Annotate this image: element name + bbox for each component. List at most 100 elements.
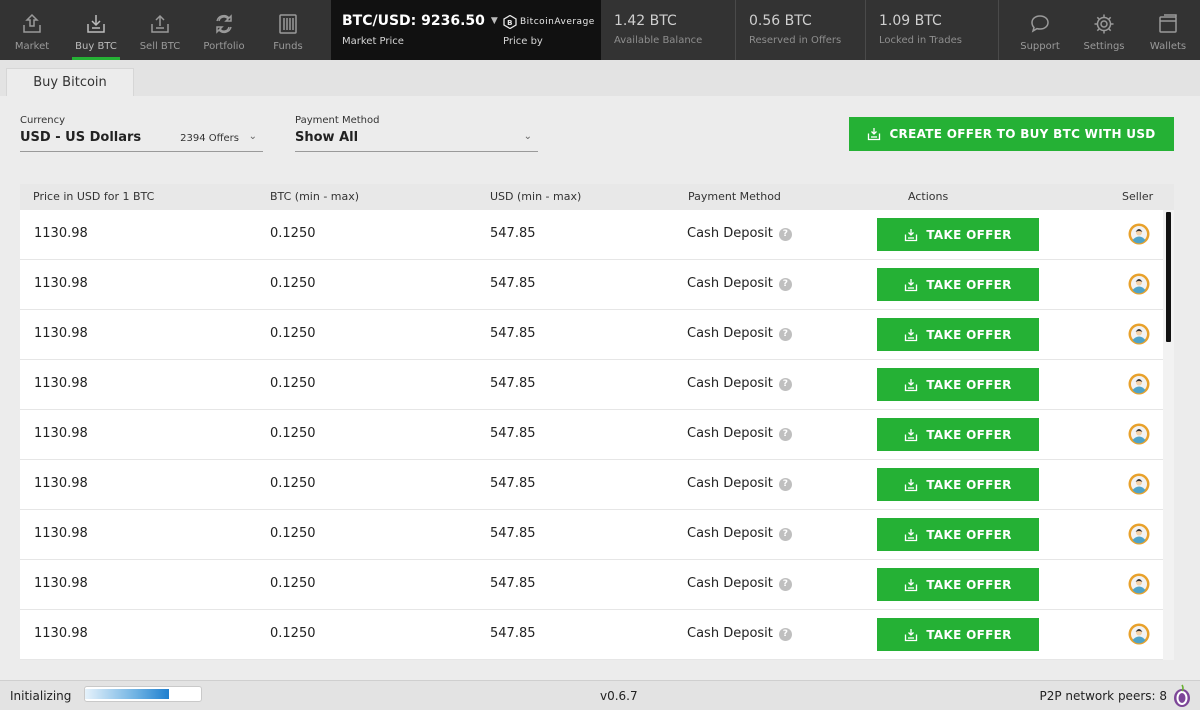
create-offer-label: CREATE OFFER TO BUY BTC WITH USD bbox=[889, 127, 1156, 141]
reserved-balance-value: 0.56 BTC bbox=[749, 13, 812, 29]
p2p-peers: P2P network peers: 8 bbox=[1039, 689, 1167, 703]
seller-avatar-icon[interactable] bbox=[1128, 623, 1150, 645]
buy-icon bbox=[905, 378, 918, 391]
currency-value-box[interactable]: USD - US Dollars 2394 Offers ⌄ bbox=[20, 130, 263, 152]
locked-balance-label: Locked in Trades bbox=[879, 35, 963, 46]
buy-icon bbox=[905, 428, 918, 441]
seller-avatar-icon[interactable] bbox=[1128, 223, 1150, 245]
header-usd[interactable]: USD (min - max) bbox=[490, 190, 581, 203]
currency-label: Currency bbox=[20, 115, 66, 126]
table-row: 1130.98 0.1250 547.85 Cash Deposit? TAKE OFF… bbox=[20, 360, 1163, 410]
nav-support[interactable]: Support bbox=[1008, 0, 1072, 60]
table-row: 1130.98 0.1250 547.85 Cash Deposit? TAKE OFF… bbox=[20, 410, 1163, 460]
header-btc[interactable]: BTC (min - max) bbox=[270, 190, 359, 203]
nav-buy-btc-label: Buy BTC bbox=[75, 41, 117, 52]
seller-avatar-icon[interactable] bbox=[1128, 473, 1150, 495]
offer-btc-amount: 0.1250 bbox=[270, 426, 316, 441]
offer-payment-method: Cash Deposit? bbox=[687, 326, 792, 341]
payment-method-value-box[interactable]: Show All ⌄ bbox=[295, 130, 538, 152]
market-price-selector[interactable]: BTC/USD: 9236.50 ▼ bbox=[342, 13, 498, 29]
nav-wallets[interactable]: Wallets bbox=[1136, 0, 1200, 60]
offer-price: 1130.98 bbox=[34, 426, 88, 441]
help-icon[interactable]: ? bbox=[778, 628, 792, 641]
app-version: v0.6.7 bbox=[600, 689, 638, 703]
market-price-box[interactable]: BTC/USD: 9236.50 ▼ Market Price B Bitcoin… bbox=[331, 0, 601, 60]
seller-avatar-icon[interactable] bbox=[1128, 373, 1150, 395]
offer-payment-method: Cash Deposit? bbox=[687, 526, 792, 541]
nav-funds[interactable]: Funds bbox=[256, 0, 320, 60]
funds-icon bbox=[279, 14, 297, 34]
market-price-value: BTC/USD: 9236.50 bbox=[342, 13, 485, 29]
table-scrollbar[interactable] bbox=[1163, 210, 1174, 660]
table-header: Price in USD for 1 BTC BTC (min - max) U… bbox=[20, 184, 1174, 210]
sell-btc-icon bbox=[151, 14, 169, 33]
nav-market[interactable]: Market bbox=[0, 0, 64, 60]
header-actions: Actions bbox=[908, 190, 949, 203]
nav-sell-btc[interactable]: Sell BTC bbox=[128, 0, 192, 60]
table-row: 1130.98 0.1250 547.85 Cash Deposit? TAKE OFF… bbox=[20, 310, 1163, 360]
offer-price: 1130.98 bbox=[34, 376, 88, 391]
payment-method-text: Cash Deposit bbox=[687, 326, 773, 341]
payment-method-text: Cash Deposit bbox=[687, 376, 773, 391]
help-icon[interactable]: ? bbox=[778, 528, 792, 541]
buy-icon bbox=[905, 478, 918, 491]
take-offer-button[interactable]: TAKE OFFER bbox=[877, 268, 1039, 301]
nav-settings[interactable]: Settings bbox=[1072, 0, 1136, 60]
table-row: 1130.98 0.1250 547.85 Cash Deposit? TAKE OFF… bbox=[20, 510, 1163, 560]
help-icon[interactable]: ? bbox=[778, 328, 792, 341]
take-offer-button[interactable]: TAKE OFFER bbox=[877, 368, 1039, 401]
offer-payment-method: Cash Deposit? bbox=[687, 226, 792, 241]
tab-buy-bitcoin[interactable]: Buy Bitcoin bbox=[6, 68, 134, 96]
scrollbar-thumb[interactable] bbox=[1166, 212, 1171, 342]
offer-usd-amount: 547.85 bbox=[490, 526, 536, 541]
offer-price: 1130.98 bbox=[34, 476, 88, 491]
take-offer-button[interactable]: TAKE OFFER bbox=[877, 518, 1039, 551]
help-icon[interactable]: ? bbox=[778, 378, 792, 391]
seller-avatar-icon[interactable] bbox=[1128, 523, 1150, 545]
create-offer-button[interactable]: CREATE OFFER TO BUY BTC WITH USD bbox=[849, 117, 1174, 151]
nav-sell-btc-label: Sell BTC bbox=[139, 41, 181, 52]
take-offer-label: TAKE OFFER bbox=[926, 627, 1012, 642]
offer-btc-amount: 0.1250 bbox=[270, 626, 316, 641]
progress-fill bbox=[85, 689, 169, 699]
take-offer-button[interactable]: TAKE OFFER bbox=[877, 418, 1039, 451]
available-balance: 1.42 BTC Available Balance bbox=[601, 0, 736, 60]
help-icon[interactable]: ? bbox=[778, 428, 792, 441]
offers-table: Price in USD for 1 BTC BTC (min - max) U… bbox=[20, 184, 1174, 660]
buy-icon bbox=[905, 228, 918, 241]
nav-portfolio-label: Portfolio bbox=[203, 41, 245, 52]
price-provider-name: BitcoinAverage bbox=[520, 17, 595, 27]
chevron-down-icon: ⌄ bbox=[523, 131, 532, 142]
locked-balance-value: 1.09 BTC bbox=[879, 13, 942, 29]
header-price[interactable]: Price in USD for 1 BTC bbox=[33, 190, 154, 203]
seller-avatar-icon[interactable] bbox=[1128, 573, 1150, 595]
secondary-nav: Support Settings Wallets bbox=[1008, 0, 1200, 60]
header-seller: Seller bbox=[1122, 190, 1154, 203]
payment-method-text: Cash Deposit bbox=[687, 426, 773, 441]
take-offer-button[interactable]: TAKE OFFER bbox=[877, 218, 1039, 251]
seller-avatar-icon[interactable] bbox=[1128, 323, 1150, 345]
header-payment-method[interactable]: Payment Method bbox=[688, 190, 781, 203]
price-provider: B BitcoinAverage bbox=[503, 15, 595, 29]
nav-portfolio[interactable]: Portfolio bbox=[192, 0, 256, 60]
offer-price: 1130.98 bbox=[34, 276, 88, 291]
nav-buy-btc[interactable]: Buy BTC bbox=[64, 0, 128, 60]
take-offer-label: TAKE OFFER bbox=[926, 527, 1012, 542]
offer-payment-method: Cash Deposit? bbox=[687, 376, 792, 391]
help-icon[interactable]: ? bbox=[778, 228, 792, 241]
offer-price: 1130.98 bbox=[34, 526, 88, 541]
currency-select[interactable]: Currency USD - US Dollars 2394 Offers ⌄ bbox=[20, 115, 263, 152]
take-offer-button[interactable]: TAKE OFFER bbox=[877, 618, 1039, 651]
help-icon[interactable]: ? bbox=[778, 278, 792, 291]
payment-method-select[interactable]: Payment Method Show All ⌄ bbox=[295, 115, 538, 152]
help-icon[interactable]: ? bbox=[778, 478, 792, 491]
seller-avatar-icon[interactable] bbox=[1128, 273, 1150, 295]
take-offer-button[interactable]: TAKE OFFER bbox=[877, 468, 1039, 501]
seller-avatar-icon[interactable] bbox=[1128, 423, 1150, 445]
take-offer-button[interactable]: TAKE OFFER bbox=[877, 568, 1039, 601]
offer-price: 1130.98 bbox=[34, 576, 88, 591]
help-icon[interactable]: ? bbox=[778, 578, 792, 591]
offer-usd-amount: 547.85 bbox=[490, 626, 536, 641]
take-offer-button[interactable]: TAKE OFFER bbox=[877, 318, 1039, 351]
buy-icon bbox=[905, 278, 918, 291]
